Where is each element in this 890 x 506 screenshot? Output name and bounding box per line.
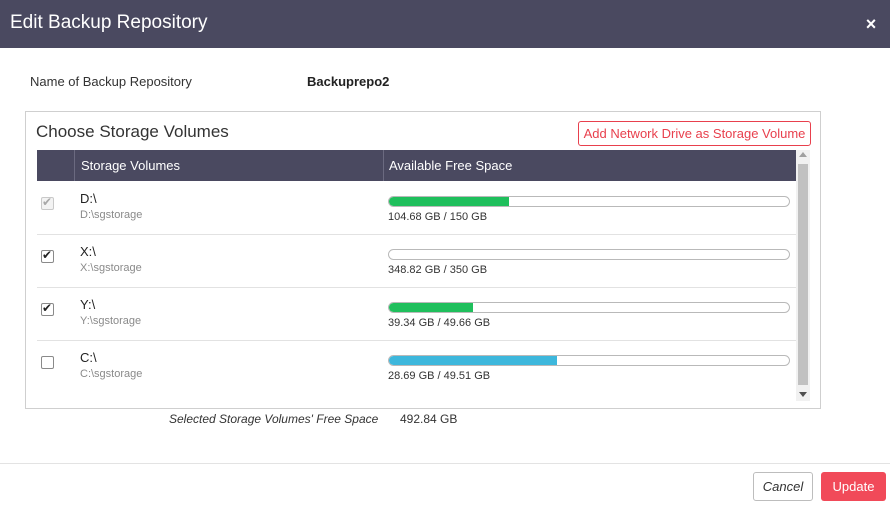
column-header-storage-volumes: Storage Volumes bbox=[81, 158, 181, 173]
free-space-text: 348.82 GB / 350 GB bbox=[388, 264, 488, 276]
vertical-scrollbar[interactable] bbox=[796, 150, 810, 401]
repo-name-label: Name of Backup Repository bbox=[30, 74, 192, 89]
drive-path: X:\sgstorage bbox=[80, 262, 142, 274]
add-network-drive-button[interactable]: Add Network Drive as Storage Volume bbox=[578, 121, 811, 146]
drive-path: C:\sgstorage bbox=[80, 368, 143, 380]
drive-letter: C:\ bbox=[80, 350, 97, 365]
storage-volumes-panel: Choose Storage Volumes Add Network Drive… bbox=[25, 111, 821, 409]
checkbox-column-header bbox=[37, 150, 75, 181]
close-icon[interactable]: × bbox=[862, 15, 880, 33]
free-space-text: 39.34 GB / 49.66 GB bbox=[388, 317, 491, 329]
scrollbar-thumb[interactable] bbox=[798, 164, 808, 385]
free-space-bar-fill bbox=[389, 303, 473, 312]
dialog-header: Edit Backup Repository × bbox=[0, 0, 890, 48]
column-header-free-space: Available Free Space bbox=[389, 158, 513, 173]
volume-checkbox[interactable] bbox=[41, 248, 54, 263]
free-space-bar-fill bbox=[389, 197, 509, 206]
drive-letter: Y:\ bbox=[80, 297, 96, 312]
selected-free-space-label: Selected Storage Volumes' Free Space bbox=[169, 412, 379, 426]
panel-title: Choose Storage Volumes bbox=[36, 122, 229, 141]
free-space-bar bbox=[388, 196, 790, 207]
drive-letter: X:\ bbox=[80, 244, 96, 259]
free-space-text: 104.68 GB / 150 GB bbox=[388, 211, 488, 223]
free-space-bar bbox=[388, 302, 790, 313]
repo-name-value: Backuprepo2 bbox=[307, 74, 390, 89]
cancel-button[interactable]: Cancel bbox=[753, 472, 813, 501]
selected-free-space-value: 492.84 GB bbox=[400, 412, 458, 426]
table-row: Y:\ Y:\sgstorage 39.34 GB / 49.66 GB bbox=[37, 288, 797, 341]
volume-checkbox[interactable] bbox=[41, 301, 54, 316]
update-button[interactable]: Update bbox=[821, 472, 886, 501]
drive-path: D:\sgstorage bbox=[80, 209, 143, 221]
table-row: D:\ D:\sgstorage 104.68 GB / 150 GB bbox=[37, 182, 797, 235]
volume-checkbox[interactable] bbox=[41, 356, 54, 369]
free-space-text: 28.69 GB / 49.51 GB bbox=[388, 370, 491, 382]
free-space-bar bbox=[388, 355, 790, 366]
table-row: C:\ C:\sgstorage 28.69 GB / 49.51 GB bbox=[37, 341, 797, 394]
table-row: X:\ X:\sgstorage 348.82 GB / 350 GB bbox=[37, 235, 797, 288]
free-space-bar-fill bbox=[389, 356, 557, 365]
drive-path: Y:\sgstorage bbox=[80, 315, 142, 327]
footer-divider bbox=[0, 463, 890, 464]
free-space-bar bbox=[388, 249, 790, 260]
drive-letter: D:\ bbox=[80, 191, 97, 206]
volume-checkbox bbox=[41, 195, 54, 210]
dialog-title: Edit Backup Repository bbox=[10, 12, 208, 33]
scroll-down-icon[interactable] bbox=[799, 392, 807, 397]
scroll-up-icon[interactable] bbox=[799, 152, 807, 157]
table-header: Storage Volumes Available Free Space bbox=[37, 150, 797, 181]
